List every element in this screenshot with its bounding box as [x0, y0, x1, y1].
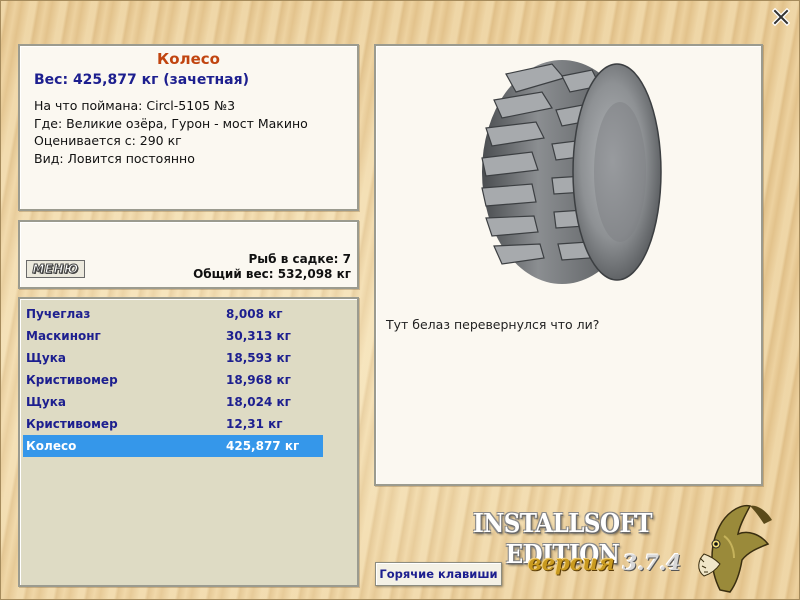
list-item[interactable]: Кристивомер 18,968 кг — [23, 369, 323, 391]
list-item[interactable]: Щука 18,024 кг — [23, 391, 323, 413]
brand-logo: INSTALLSOFT EDITION версия 3.7.4 — [440, 508, 685, 575]
pike-fish-icon — [698, 504, 772, 593]
list-item[interactable]: Маскинонг 30,313 кг — [23, 325, 323, 347]
list-item-weight: 425,877 кг — [226, 439, 300, 453]
version-label: версия — [528, 550, 615, 575]
list-item-name: Щука — [26, 395, 66, 409]
list-item-name: Кристивомер — [26, 373, 118, 387]
list-item-name: Колесо — [26, 439, 77, 453]
menu-button[interactable]: МЕНЮ — [26, 260, 85, 278]
close-icon[interactable] — [772, 8, 790, 26]
catch-comment: Тут белаз перевернулся что ли? — [386, 317, 600, 332]
caught-on-text: На что поймана: Circl-5105 №3 — [34, 98, 236, 113]
list-item[interactable]: Кристивомер 12,31 кг — [23, 413, 323, 435]
list-item-name: Пучеглаз — [26, 307, 91, 321]
menu-button-label: МЕНЮ — [32, 262, 79, 277]
list-item-name: Маскинонг — [26, 329, 101, 343]
tire-image — [481, 60, 662, 284]
list-item-weight: 8,008 кг — [226, 307, 283, 321]
version-text: версия 3.7.4 — [528, 550, 681, 575]
list-item-name: Щука — [26, 351, 66, 365]
version-number: 3.7.4 — [622, 550, 682, 575]
list-item-weight: 18,024 кг — [226, 395, 291, 409]
fish-count: Рыб в садке: 7 — [248, 252, 352, 266]
list-item[interactable]: Пучеглаз 8,008 кг — [23, 303, 323, 325]
catch-weight: Вес: 425,877 кг (зачетная) — [34, 72, 249, 88]
kind-text: Вид: Ловится постоянно — [34, 150, 195, 166]
catch-detail-panel: Тут белаз перевернулся что ли? — [374, 44, 763, 486]
catch-info-panel: Колесо Вес: 425,877 кг (зачетная) На что… — [18, 44, 359, 211]
location-text: Где: Великие озёра, Гурон - мост Макино — [34, 115, 308, 131]
keepnet-summary-panel: МЕНЮ Рыб в садке: 7 Общий вес: 532,098 к… — [18, 220, 359, 289]
list-item-weight: 12,31 кг — [226, 417, 283, 431]
list-item-selected[interactable]: Колесо 425,877 кг — [23, 435, 323, 457]
catch-list: Пучеглаз 8,008 кг Маскинонг 30,313 кг Щу… — [18, 297, 359, 587]
total-weight: Общий вес: 532,098 кг — [193, 267, 351, 281]
catch-title: Колесо — [157, 50, 220, 68]
list-item[interactable]: Щука 18,593 кг — [23, 347, 323, 369]
list-item-name: Кристивомер — [26, 417, 118, 431]
list-item-weight: 18,593 кг — [226, 351, 291, 365]
list-item-weight: 18,968 кг — [226, 373, 291, 387]
rated-from-text: Оценивается с: 290 кг — [34, 133, 182, 148]
list-item-weight: 30,313 кг — [226, 329, 291, 343]
hotkeys-button[interactable]: Горячие клавиши — [375, 562, 502, 586]
